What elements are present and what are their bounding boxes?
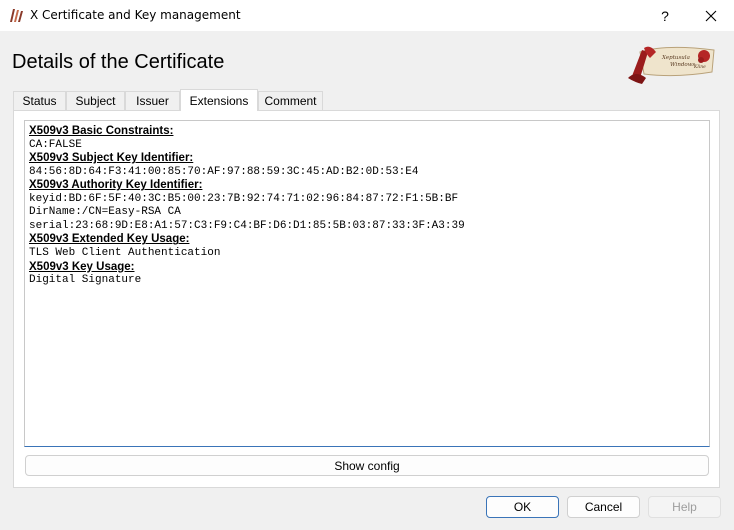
close-button[interactable] xyxy=(688,0,734,31)
svg-text:Xeptusula: Xeptusula xyxy=(661,55,690,61)
extension-value: keyid:BD:6F:5F:40:3C:B5:00:23:7B:92:74:7… xyxy=(29,192,459,205)
xca-logo: Xeptusula Windows Kline xyxy=(628,46,715,84)
extension-title: X509v3 Subject Key Identifier: xyxy=(29,152,194,165)
show-config-button[interactable]: Show config xyxy=(25,455,709,476)
extension-value: CA:FALSE xyxy=(29,138,82,151)
extension-authority-key-identifier: X509v3 Authority Key Identifier: keyid:B… xyxy=(29,179,705,233)
cancel-button[interactable]: Cancel xyxy=(567,496,640,518)
extensions-text-view[interactable]: X509v3 Basic Constraints: CA:FALSE X509v… xyxy=(24,120,710,447)
extension-value: DirName:/CN=Easy-RSA CA xyxy=(29,206,181,219)
ok-button[interactable]: OK xyxy=(486,496,559,518)
extension-title: X509v3 Extended Key Usage: xyxy=(29,233,190,246)
tab-subject[interactable]: Subject xyxy=(66,91,125,110)
tab-comment[interactable]: Comment xyxy=(258,91,323,110)
extension-key-usage: X509v3 Key Usage: Digital Signature xyxy=(29,261,705,288)
extension-value: Digital Signature xyxy=(29,274,142,287)
extension-title: X509v3 Basic Constraints: xyxy=(29,125,174,137)
extension-subject-key-identifier: X509v3 Subject Key Identifier: 84:56:8D:… xyxy=(29,152,705,179)
extension-value: TLS Web Client Authentication xyxy=(29,246,221,259)
svg-text:Kline: Kline xyxy=(693,64,706,70)
extension-title: X509v3 Authority Key Identifier: xyxy=(29,179,203,192)
svg-text:Windows: Windows xyxy=(670,62,695,68)
extension-title: X509v3 Key Usage: xyxy=(29,260,135,273)
tab-status[interactable]: Status xyxy=(13,91,66,110)
window-title: X Certificate and Key management xyxy=(30,8,241,22)
extension-value: serial:23:68:9D:E8:A1:57:C3:F9:C4:BF:D6:… xyxy=(29,219,465,232)
tab-issuer[interactable]: Issuer xyxy=(125,91,180,110)
extensions-panel: X509v3 Basic Constraints: CA:FALSE X509v… xyxy=(13,110,720,488)
close-icon xyxy=(705,10,717,21)
app-icon xyxy=(10,9,23,22)
extension-basic-constraints: X509v3 Basic Constraints: CA:FALSE xyxy=(29,125,705,152)
help-button[interactable]: Help xyxy=(648,496,721,518)
extension-extended-key-usage: X509v3 Extended Key Usage: TLS Web Clien… xyxy=(29,233,705,260)
extension-value: 84:56:8D:64:F3:41:00:85:70:AF:97:88:59:3… xyxy=(29,165,419,178)
tab-extensions[interactable]: Extensions xyxy=(180,89,258,111)
page-title: Details of the Certificate xyxy=(12,51,225,73)
context-help-button[interactable]: ? xyxy=(642,0,688,31)
title-bar: X Certificate and Key management ? xyxy=(0,0,734,31)
